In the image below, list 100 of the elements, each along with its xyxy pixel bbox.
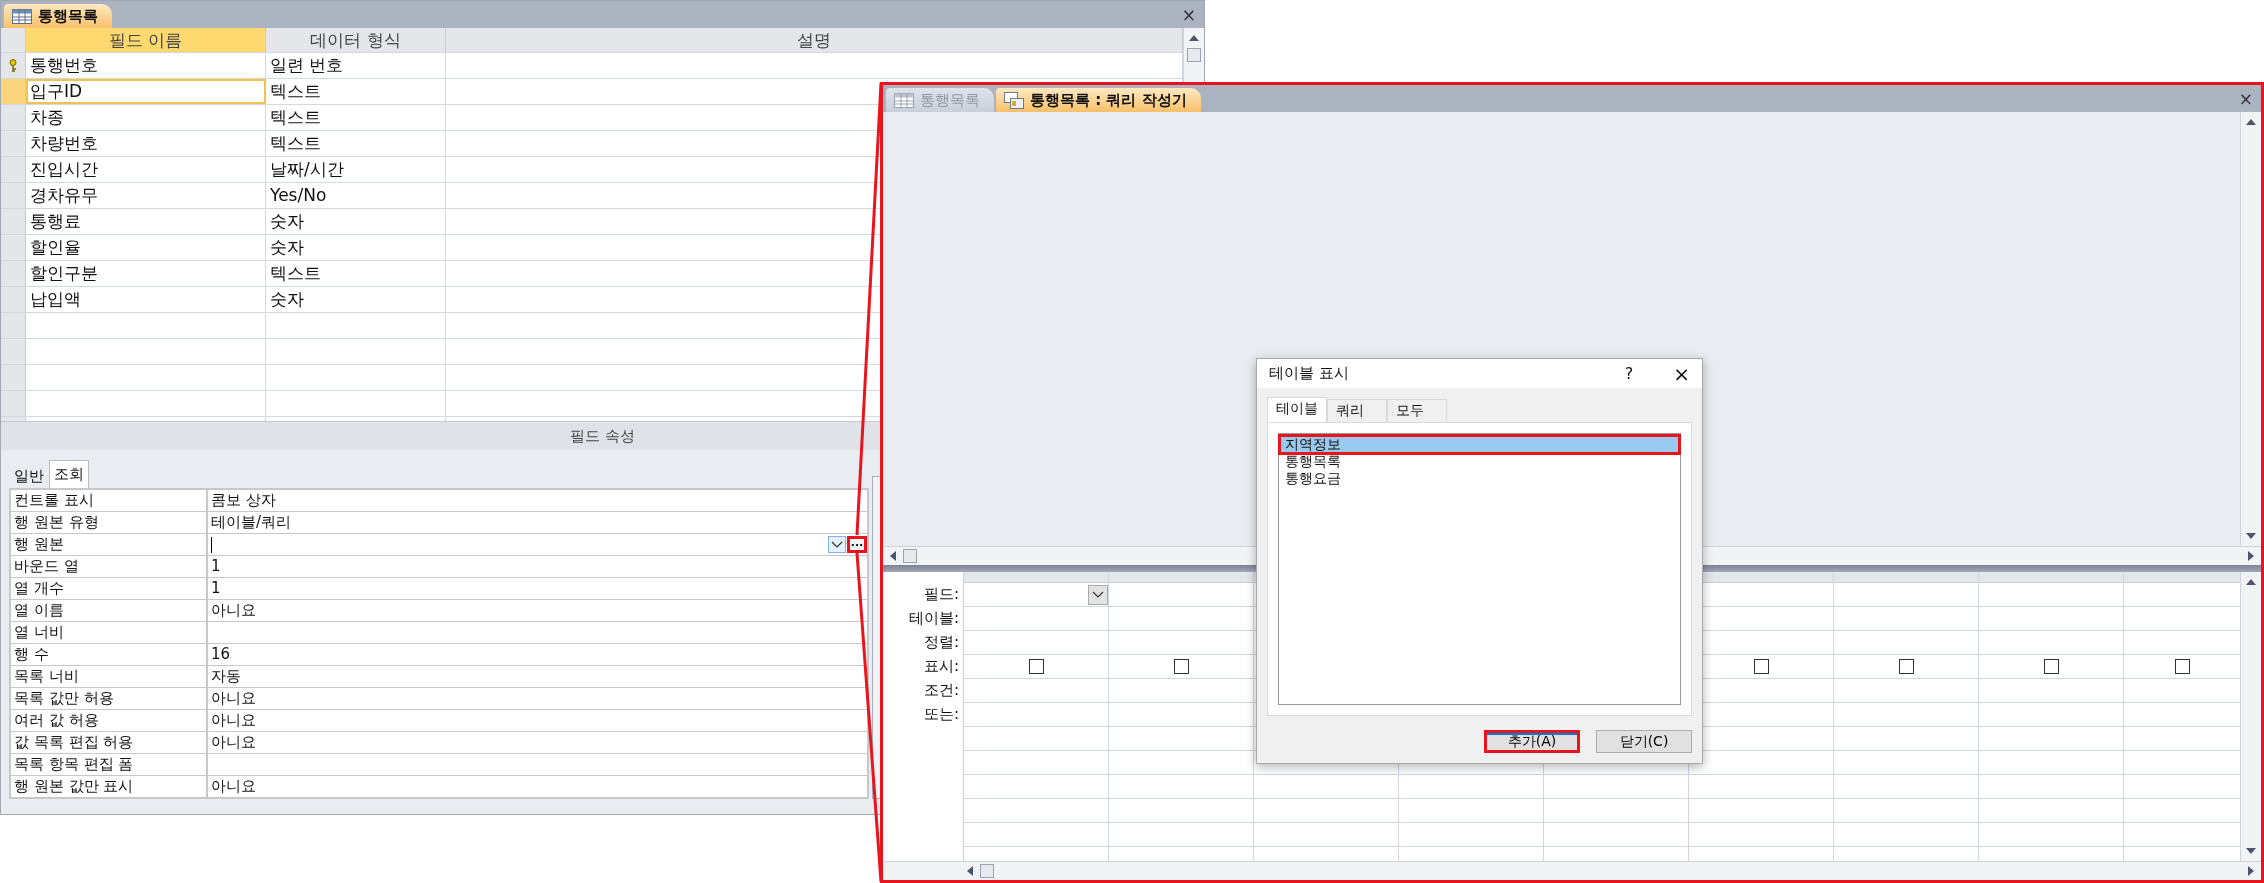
property-value[interactable]: 1 [208, 578, 867, 599]
list-item[interactable]: 통행요금 [1280, 470, 1679, 487]
dialog-tab[interactable]: 모두 [1387, 399, 1447, 422]
close-button[interactable]: × [1673, 361, 1690, 386]
property-label: 열 너비 [11, 622, 206, 643]
property-label: 행 원본 [11, 534, 206, 555]
show-checkbox[interactable] [1173, 659, 1189, 674]
table-cell[interactable]: 텍스트 [266, 105, 446, 130]
property-value[interactable]: 16 [208, 644, 867, 665]
row-selector[interactable] [1, 287, 26, 312]
property-tab[interactable]: 조회 [49, 460, 89, 488]
table-cell[interactable]: 통행료 [26, 209, 266, 234]
property-value-field[interactable]: ... [208, 534, 867, 555]
property-label: 행 수 [11, 644, 206, 665]
close-button[interactable]: × [2230, 88, 2261, 109]
show-checkbox[interactable] [2043, 659, 2059, 674]
show-checkbox[interactable] [1028, 659, 1044, 674]
row-selector[interactable] [1, 235, 26, 260]
row-selector[interactable] [1, 157, 26, 182]
show-checkbox[interactable] [1898, 659, 1914, 674]
property-value[interactable]: 테이블/쿼리 [208, 512, 867, 533]
list-item[interactable]: 지역정보 [1280, 436, 1679, 453]
row-selector[interactable] [1, 261, 26, 286]
row-selector[interactable] [1, 53, 26, 78]
scroll-thumb[interactable] [903, 549, 917, 563]
table-cell[interactable]: 텍스트 [266, 131, 446, 156]
property-label: 바운드 열 [11, 556, 206, 577]
property-label: 열 이름 [11, 600, 206, 621]
property-value[interactable]: 아니요 [208, 776, 867, 797]
table-cell[interactable]: 경차유무 [26, 183, 266, 208]
column-header[interactable]: 데이터 형식 [266, 28, 446, 52]
builder-button[interactable]: ... [847, 536, 867, 553]
chevron-down-icon [1092, 590, 1104, 599]
column-selector[interactable] [1834, 572, 1978, 583]
row-label: 필드: [922, 584, 960, 605]
table-cell[interactable]: 숫자 [266, 287, 446, 312]
row-selector[interactable] [1, 209, 26, 234]
show-checkbox[interactable] [2174, 659, 2190, 674]
property-label: 컨트롤 표시 [11, 490, 206, 511]
row-selector[interactable] [1, 131, 26, 156]
scroll-thumb[interactable] [1187, 48, 1201, 62]
add-button[interactable]: 추가(A) [1484, 730, 1580, 753]
table-cell[interactable]: 차종 [26, 105, 266, 130]
property-label: 목록 값만 허용 [11, 688, 206, 709]
scroll-thumb[interactable] [980, 864, 994, 878]
table-cell[interactable]: 할인구분 [26, 261, 266, 286]
dropdown-button[interactable] [828, 536, 846, 553]
property-value[interactable]: 1 [208, 556, 867, 577]
property-value[interactable]: 아니요 [208, 688, 867, 709]
table-cell[interactable]: 할인율 [26, 235, 266, 260]
column-header[interactable]: 필드 이름 [26, 28, 266, 52]
row-label: 테이블: [907, 608, 960, 629]
close-button[interactable]: × [1173, 4, 1204, 25]
property-value[interactable]: 자동 [208, 666, 867, 687]
property-value[interactable]: 콤보 상자 [208, 490, 867, 511]
dialog-tab[interactable]: 테이블 [1267, 397, 1327, 422]
table-cell[interactable]: 차량번호 [26, 131, 266, 156]
property-label: 목록 항목 편집 폼 [11, 754, 206, 775]
row-selector[interactable] [1, 105, 26, 130]
property-value[interactable] [208, 754, 867, 775]
table-cell[interactable]: 통행번호 [26, 53, 266, 78]
close-dialog-button[interactable]: 닫기(C) [1596, 730, 1692, 753]
row-selector[interactable] [1, 365, 26, 390]
table-cell[interactable]: 진입시간 [26, 157, 266, 182]
document-tab[interactable]: 통행목록 [4, 4, 112, 28]
show-checkbox[interactable] [1753, 659, 1769, 674]
property-value[interactable] [208, 622, 867, 643]
table-cell[interactable]: 납입액 [26, 287, 266, 312]
dialog-title: 테이블 표시 [1269, 364, 1349, 383]
table-cell[interactable]: 일련 번호 [266, 53, 446, 78]
dropdown-button[interactable] [1088, 584, 1108, 605]
property-label: 값 목록 편집 허용 [11, 732, 206, 753]
table-cell[interactable]: 텍스트 [266, 261, 446, 286]
property-value[interactable]: 아니요 [208, 710, 867, 731]
row-selector[interactable] [1, 391, 26, 416]
dialog-tab[interactable]: 쿼리 [1327, 399, 1387, 422]
row-selector[interactable] [1, 183, 26, 208]
list-item[interactable]: 통행목록 [1280, 453, 1679, 470]
table-cell[interactable]: 숫자 [266, 209, 446, 234]
row-selector[interactable] [1, 313, 26, 338]
table-cell[interactable]: 숫자 [266, 235, 446, 260]
row-label: 또는: [922, 704, 960, 725]
document-tab[interactable]: 통행목록 : 쿼리 작성기 [996, 88, 1201, 112]
property-value[interactable]: 아니요 [208, 600, 867, 621]
property-tab[interactable]: 일반 [9, 464, 49, 488]
property-label: 행 원본 유형 [11, 512, 206, 533]
row-selector[interactable] [1, 339, 26, 364]
table-cell[interactable]: 입구ID [26, 79, 266, 104]
section-title: 필드 속성 [570, 426, 635, 446]
property-label: 열 개수 [11, 578, 206, 599]
help-button[interactable]: ? [1624, 364, 1634, 383]
column-selector[interactable] [1979, 572, 2123, 583]
table-cell[interactable]: 텍스트 [266, 79, 446, 104]
chevron-down-icon [831, 540, 843, 549]
table-cell[interactable]: 날짜/시간 [266, 157, 446, 182]
property-value[interactable]: 아니요 [208, 732, 867, 753]
table-cell[interactable]: Yes/No [266, 183, 446, 208]
key-icon [8, 58, 18, 73]
table-icon [894, 92, 914, 108]
field-cell[interactable] [964, 583, 1108, 607]
